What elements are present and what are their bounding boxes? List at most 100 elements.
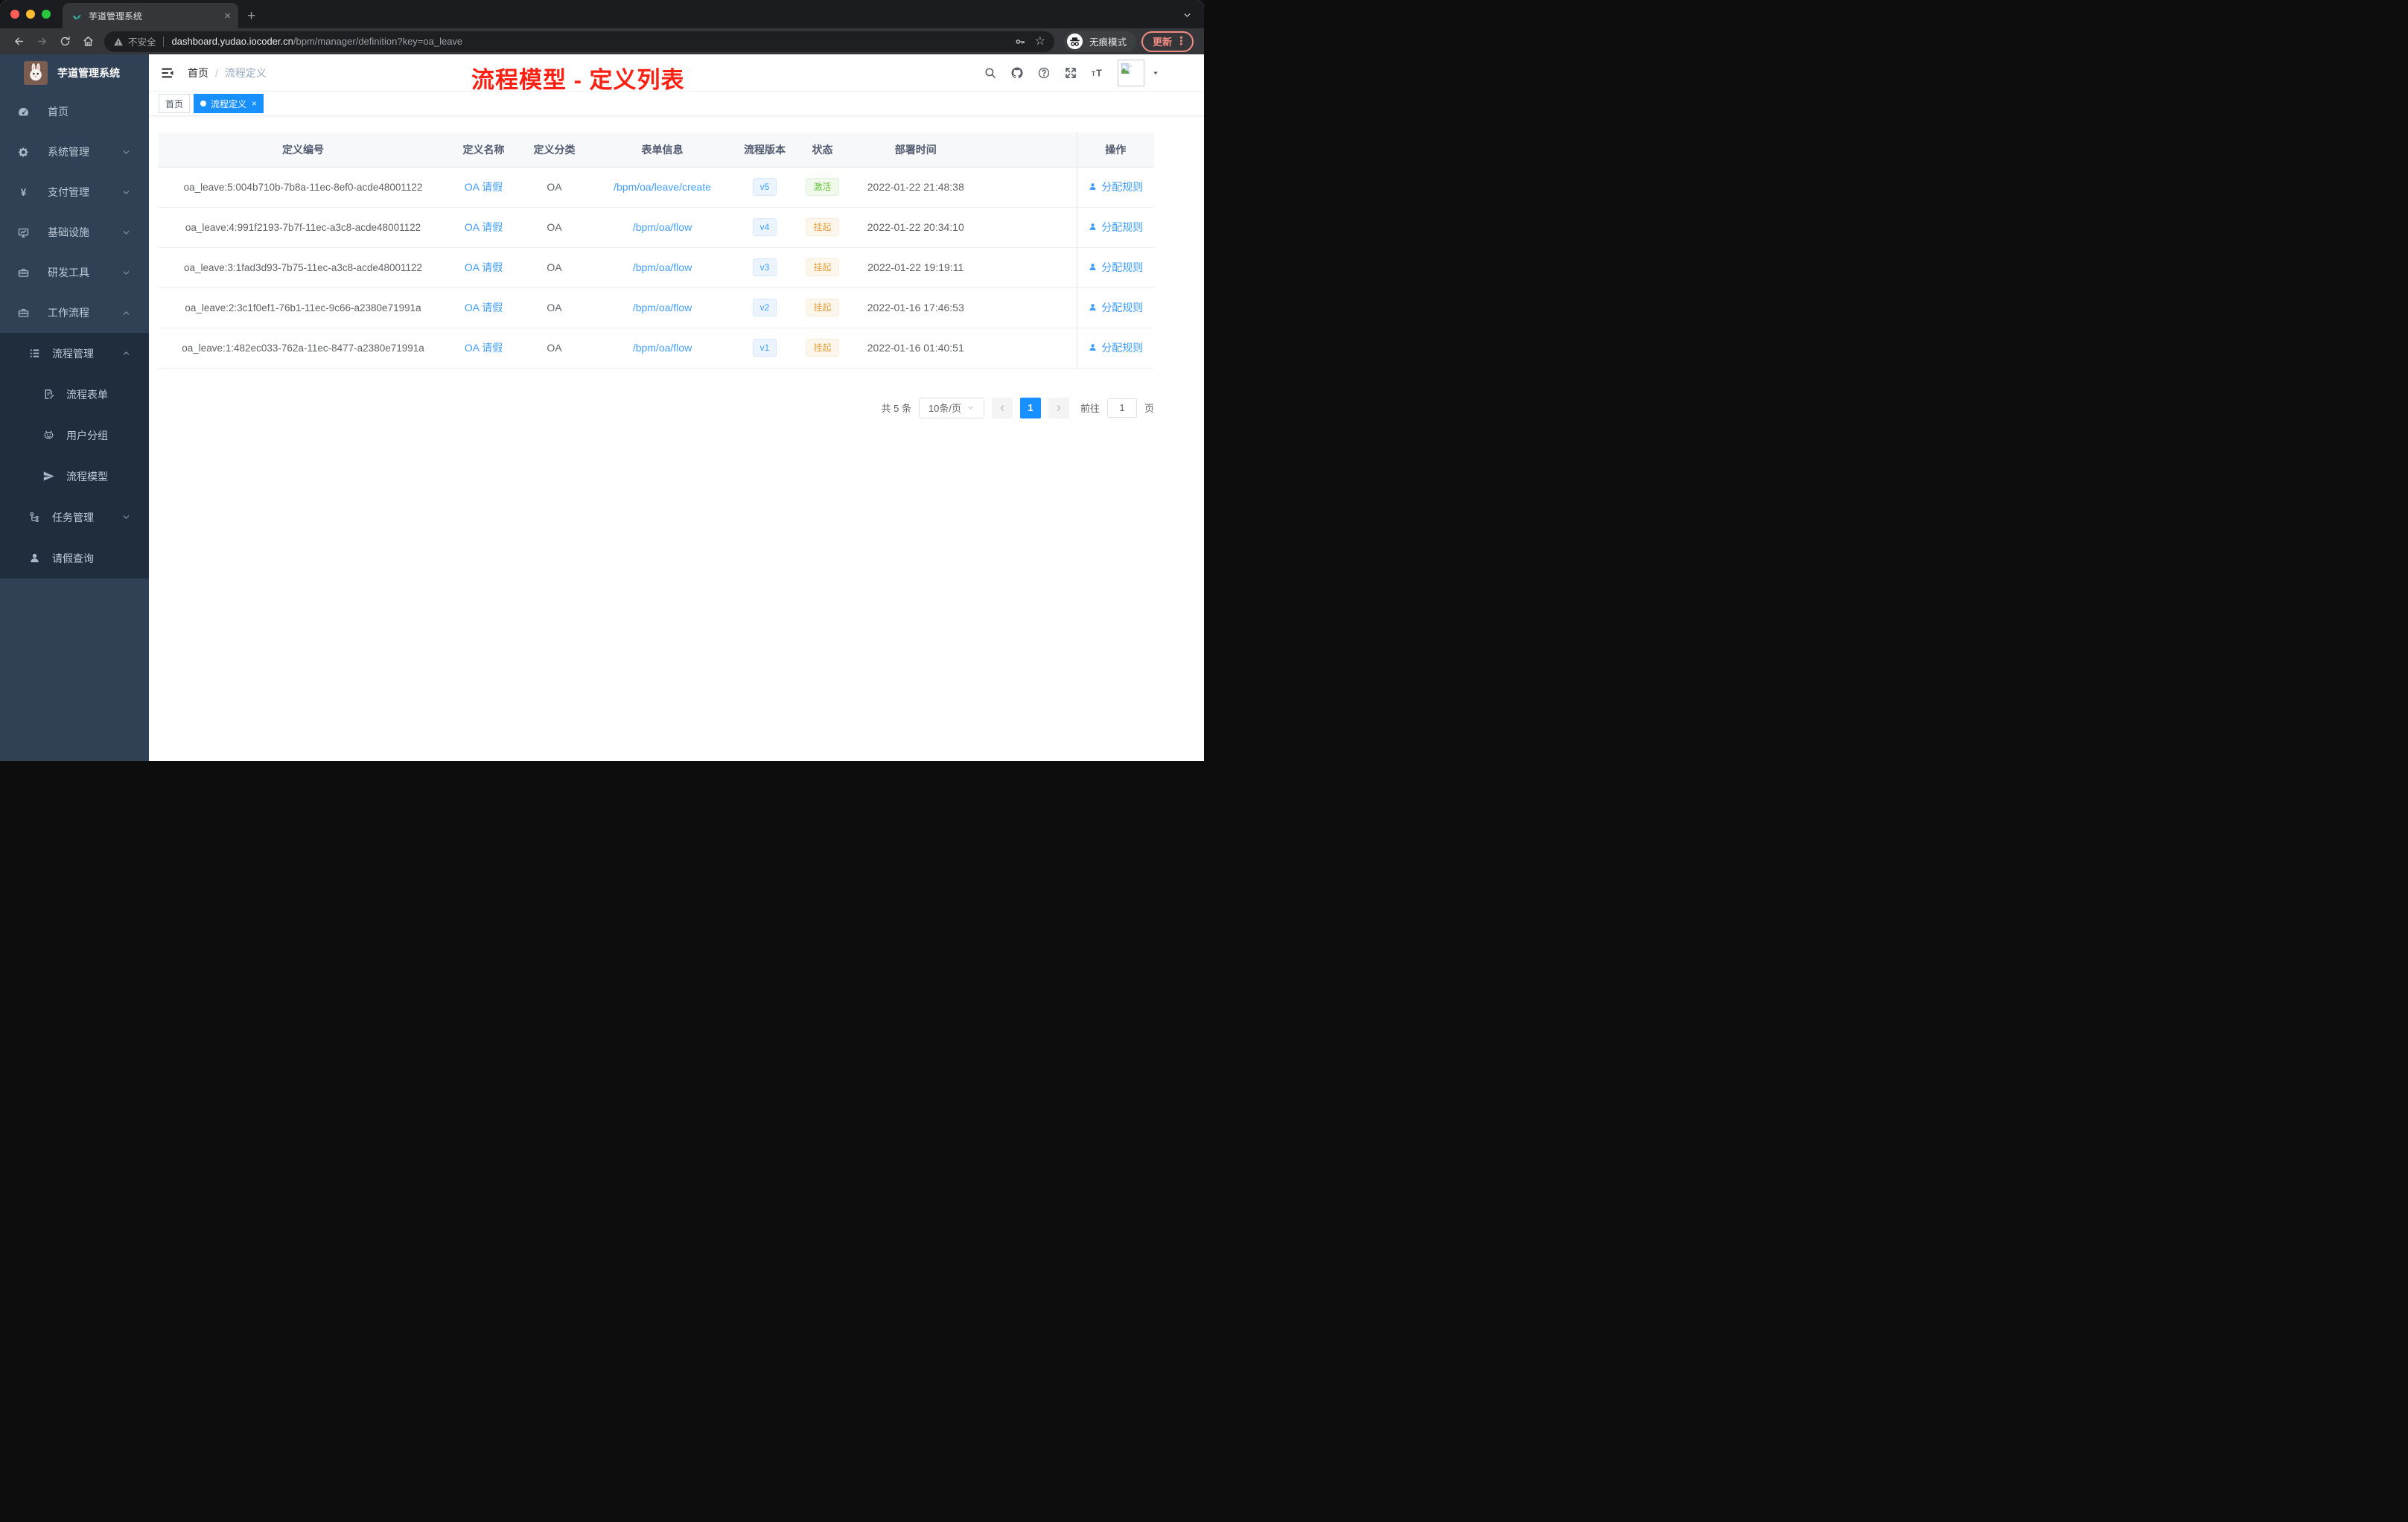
form-info-link[interactable]: /bpm/oa/flow [633,302,692,313]
back-button[interactable] [13,35,25,48]
assign-rule-link[interactable]: 分配规则 [1101,261,1143,273]
update-button[interactable]: 更新 ⋮ [1141,31,1194,52]
table-header: 流程版本 [735,133,794,168]
sidebar-menu-item[interactable]: 请假查询 [0,538,149,579]
menu-item-label: 首页 [48,106,69,118]
breadcrumb-home[interactable]: 首页 [188,66,208,80]
tab-title: 芋道管理系统 [89,10,143,22]
definition-name-link[interactable]: OA 请假 [465,302,503,313]
table-header: 状态 [794,133,850,168]
form-info-link[interactable]: /bpm/oa/flow [633,261,692,273]
prev-page-button[interactable] [991,397,1013,418]
assign-rule-link[interactable]: 分配规则 [1101,342,1143,354]
tab-search-chevron-icon[interactable] [1182,10,1192,20]
assign-rule-link[interactable]: 分配规则 [1101,302,1143,313]
deploy-time: 2022-01-22 19:19:11 [850,247,1077,288]
sidebar-menu-item[interactable]: 任务管理 [0,497,149,538]
definition-name-link[interactable]: OA 请假 [465,342,503,354]
url-text: dashboard.yudao.iocoder.cn/bpm/manager/d… [171,36,463,47]
breadcrumb-current: 流程定义 [224,66,267,79]
table-row: oa_leave:1:482ec033-762a-11ec-8477-a2380… [158,328,1154,369]
page-unit-label: 页 [1144,403,1154,414]
menu-icon [28,347,41,360]
sidebar-menu-item[interactable]: ¥ 支付管理 [0,172,149,212]
tag-close-icon[interactable]: × [252,99,257,108]
fullscreen-icon[interactable] [1064,66,1077,80]
window-controls[interactable] [0,0,63,28]
password-key-icon[interactable] [1014,36,1026,48]
sidebar-toggle[interactable] [160,66,175,80]
version-badge: v4 [752,218,777,236]
tag-item[interactable]: 流程定义 × [194,94,264,113]
deploy-time: 2022-01-22 20:34:10 [850,207,1077,248]
search-icon[interactable] [984,66,997,80]
bookmark-star-icon[interactable]: ☆ [1035,35,1045,48]
sidebar-menu-item[interactable]: 流程表单 [0,374,149,415]
form-info-link[interactable]: /bpm/oa/leave/create [614,181,711,193]
home-button[interactable] [82,35,95,48]
browser-tab[interactable]: 芋道管理系统 × [63,3,238,28]
user-avatar[interactable] [1118,59,1144,86]
pagination: 共 5 条 10条/页 1 前往 页 [158,397,1154,418]
tag-item[interactable]: 首页 [159,94,191,113]
next-page-button[interactable] [1048,397,1069,418]
active-dot [200,101,207,106]
table-header: 表单信息 [590,133,735,168]
address-bar[interactable]: 不安全 dashboard.yudao.iocoder.cn/bpm/manag… [104,31,1054,52]
total-count: 共 5 条 [881,403,911,414]
svg-text:¥: ¥ [21,187,27,198]
sidebar-menu-item[interactable]: 流程模型 [0,456,149,497]
table-header: 定义分类 [519,133,590,168]
current-page[interactable]: 1 [1019,397,1041,418]
help-icon[interactable] [1037,66,1051,80]
assign-rule-link[interactable]: 分配规则 [1101,221,1143,233]
menu-item-label: 流程模型 [66,470,108,483]
chevron-icon [121,268,131,278]
sidebar-menu-item[interactable]: 系统管理 [0,132,149,172]
sidebar-menu-item[interactable]: 基础设施 [0,212,149,252]
version-badge: v3 [752,258,777,276]
caret-down-icon[interactable] [1152,69,1159,77]
sidebar-menu-item[interactable]: 流程管理 [0,333,149,374]
new-tab-button[interactable]: + [247,9,255,23]
navbar: 首页 / 流程定义 TT 流程模型 - 定义列表 [149,54,1204,93]
version-badge: v2 [752,299,777,316]
minimize-window-button[interactable] [26,10,35,19]
incognito-label: 无痕模式 [1089,37,1127,48]
tag-label: 流程定义 [211,98,247,109]
app-logo[interactable]: 芋道管理系统 [0,54,149,92]
definition-id: oa_leave:3:1fad3d93-7b75-11ec-a3c8-acde4… [158,247,448,288]
deploy-time: 2022-01-16 01:40:51 [850,328,1077,369]
goto-page-input[interactable] [1106,398,1137,418]
close-window-button[interactable] [10,10,19,19]
forward-button[interactable] [36,35,48,48]
annotation-overlay: 流程模型 - 定义列表 [471,67,685,93]
definition-name-link[interactable]: OA 请假 [465,261,503,273]
definition-name-link[interactable]: OA 请假 [465,181,503,193]
font-size-icon[interactable]: TT [1091,66,1104,80]
table-header: 操作 [1076,133,1154,168]
table-header: 部署时间 [850,133,1077,168]
chevron-icon [121,147,131,157]
menu-icon [17,267,30,279]
form-info-link[interactable]: /bpm/oa/flow [633,221,692,233]
assign-rule-link[interactable]: 分配规则 [1101,181,1143,193]
definition-category: OA [519,207,590,248]
tab-close-icon[interactable]: × [224,10,231,22]
browser-menu-kebab-icon[interactable]: ⋮ [1176,36,1187,47]
zoom-window-button[interactable] [42,10,51,19]
form-info-link[interactable]: /bpm/oa/flow [633,342,692,354]
not-secure-warning-icon[interactable] [113,36,124,47]
menu-item-label: 系统管理 [48,146,89,158]
sidebar-menu-item[interactable]: 工作流程 [0,293,149,333]
deploy-time: 2022-01-16 17:46:53 [850,287,1077,328]
version-badge: v5 [752,178,777,196]
incognito-badge: 无痕模式 [1063,31,1136,52]
sidebar-menu-item[interactable]: 用户分组 [0,415,149,456]
github-icon[interactable] [1010,66,1024,80]
sidebar-menu-item[interactable]: 研发工具 [0,252,149,293]
reload-button[interactable] [59,35,71,48]
sidebar-menu-item[interactable]: 首页 [0,92,149,132]
definition-name-link[interactable]: OA 请假 [465,221,503,233]
page-size-select[interactable]: 10条/页 [918,397,984,418]
